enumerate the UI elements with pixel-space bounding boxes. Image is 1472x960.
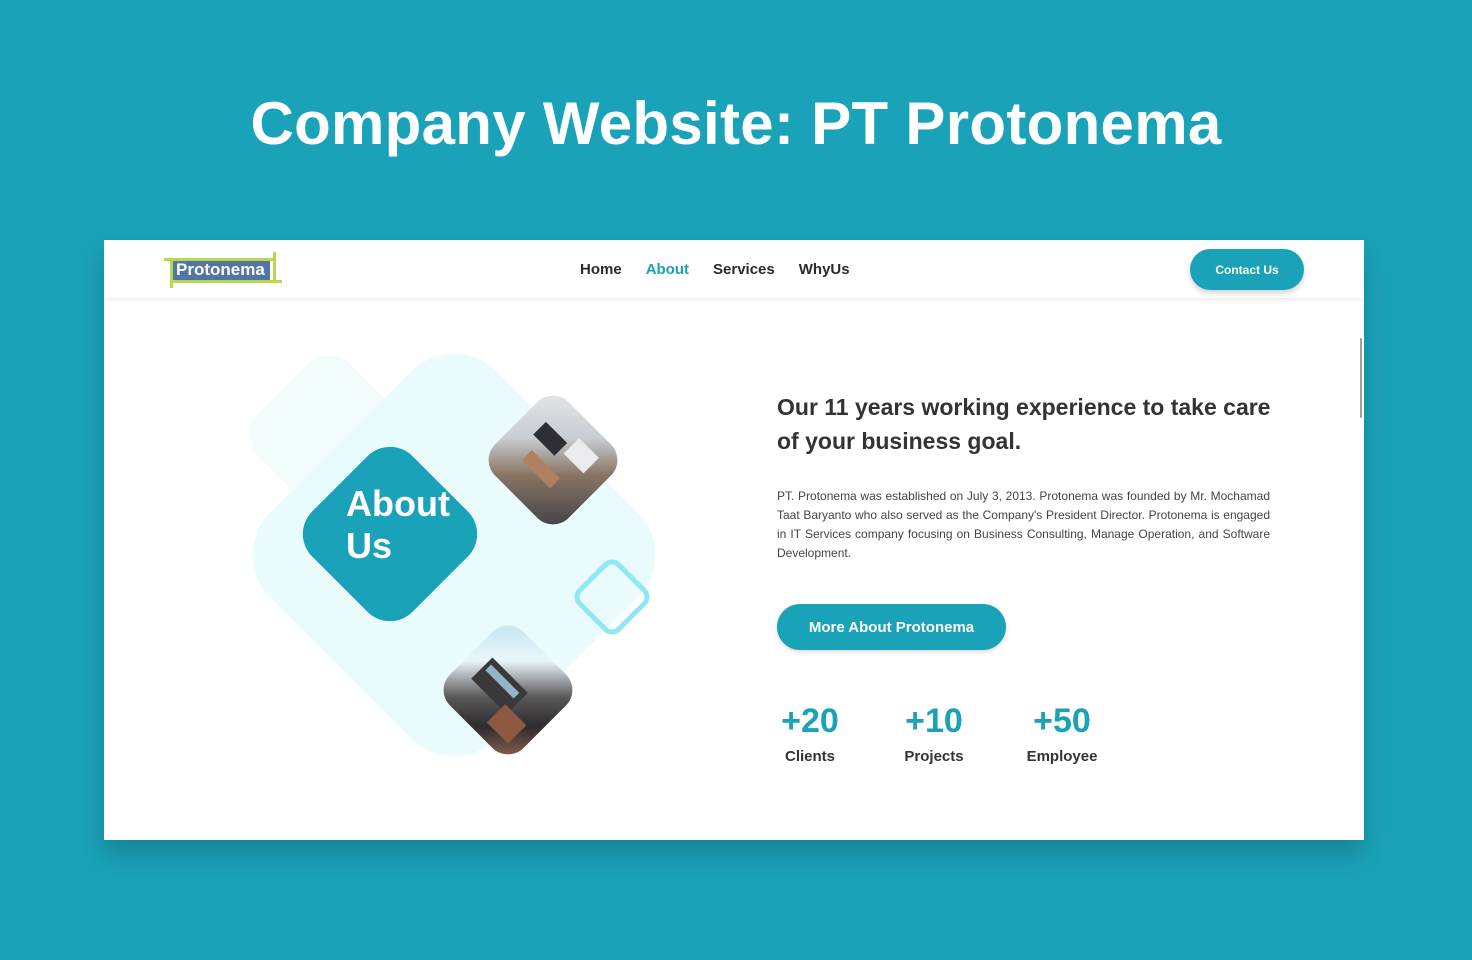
navbar: Protonema Home About Services WhyUs Cont… xyxy=(104,240,1364,298)
stat-value: +20 xyxy=(781,702,839,740)
contact-us-button[interactable]: Contact Us xyxy=(1190,249,1304,290)
stat-value: +10 xyxy=(905,702,963,740)
about-us-label: About Us xyxy=(346,483,450,566)
nav-menu: Home About Services WhyUs xyxy=(580,259,850,281)
logo-line xyxy=(170,261,173,288)
photo-detail xyxy=(471,657,528,715)
nav-link-home[interactable]: Home xyxy=(580,259,622,281)
stat-value: +50 xyxy=(1033,702,1091,740)
nav-link-whyus[interactable]: WhyUs xyxy=(799,259,850,281)
logo-line xyxy=(273,252,276,281)
nav-link-about[interactable]: About xyxy=(646,259,689,281)
stats-row: +20 Clients +10 Projects +50 Employee xyxy=(777,700,1102,768)
scrollbar[interactable] xyxy=(1360,338,1362,418)
about-heading: Our 11 years working experience to take … xyxy=(777,394,1271,454)
photo-detail xyxy=(533,421,568,456)
stat-label: Employee xyxy=(1026,748,1098,765)
about-description: PT. Protonema was established on July 3,… xyxy=(777,489,1270,560)
page-title: Company Website: PT Protonema xyxy=(250,90,1222,157)
stat-clients: +20 Clients xyxy=(777,700,843,768)
stat-label: Projects xyxy=(904,748,964,765)
protonema-logo[interactable]: Protonema xyxy=(164,250,282,288)
stat-label: Clients xyxy=(784,748,835,765)
photo-detail xyxy=(486,704,527,744)
about-artwork: About Us xyxy=(204,328,684,820)
photo-detail xyxy=(563,438,599,474)
nav-link-services[interactable]: Services xyxy=(713,259,775,281)
stat-employee: +50 Employee xyxy=(1022,700,1102,768)
stat-projects: +10 Projects xyxy=(901,700,967,768)
more-about-button[interactable]: More About Protonema xyxy=(777,604,1006,650)
website-screenshot: Protonema Home About Services WhyUs Cont… xyxy=(104,240,1364,840)
logo-text: Protonema xyxy=(176,260,265,279)
